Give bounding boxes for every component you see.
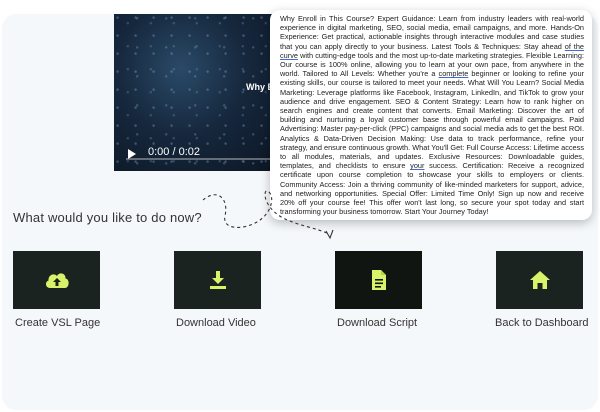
video-controls: 0:00 / 0:02 <box>114 129 282 171</box>
download-video-button[interactable] <box>174 251 261 309</box>
spellcheck-word: complete <box>438 69 469 79</box>
download-script-button[interactable] <box>335 251 422 309</box>
video-progress-track[interactable] <box>126 158 270 160</box>
next-step-prompt: What would you like to do now? <box>13 210 202 225</box>
home-icon <box>529 271 550 289</box>
video-time: 0:00 / 0:02 <box>148 146 200 158</box>
spellcheck-word: your <box>410 161 425 171</box>
document-icon <box>371 270 386 290</box>
download-script-label: Download Script <box>337 317 418 329</box>
download-icon <box>209 271 226 289</box>
cloud-upload-icon <box>45 273 69 288</box>
download-video-label: Download Video <box>176 317 256 329</box>
back-to-dashboard-label: Back to Dashboard <box>495 317 589 329</box>
create-vsl-page-label: Create VSL Page <box>15 317 101 329</box>
dashed-arrow-icon <box>202 190 334 240</box>
video-player[interactable]: Why Enr 0:00 / 0:02 <box>114 14 282 171</box>
create-vsl-page-button[interactable] <box>13 251 100 309</box>
back-to-dashboard-button[interactable] <box>496 251 583 309</box>
